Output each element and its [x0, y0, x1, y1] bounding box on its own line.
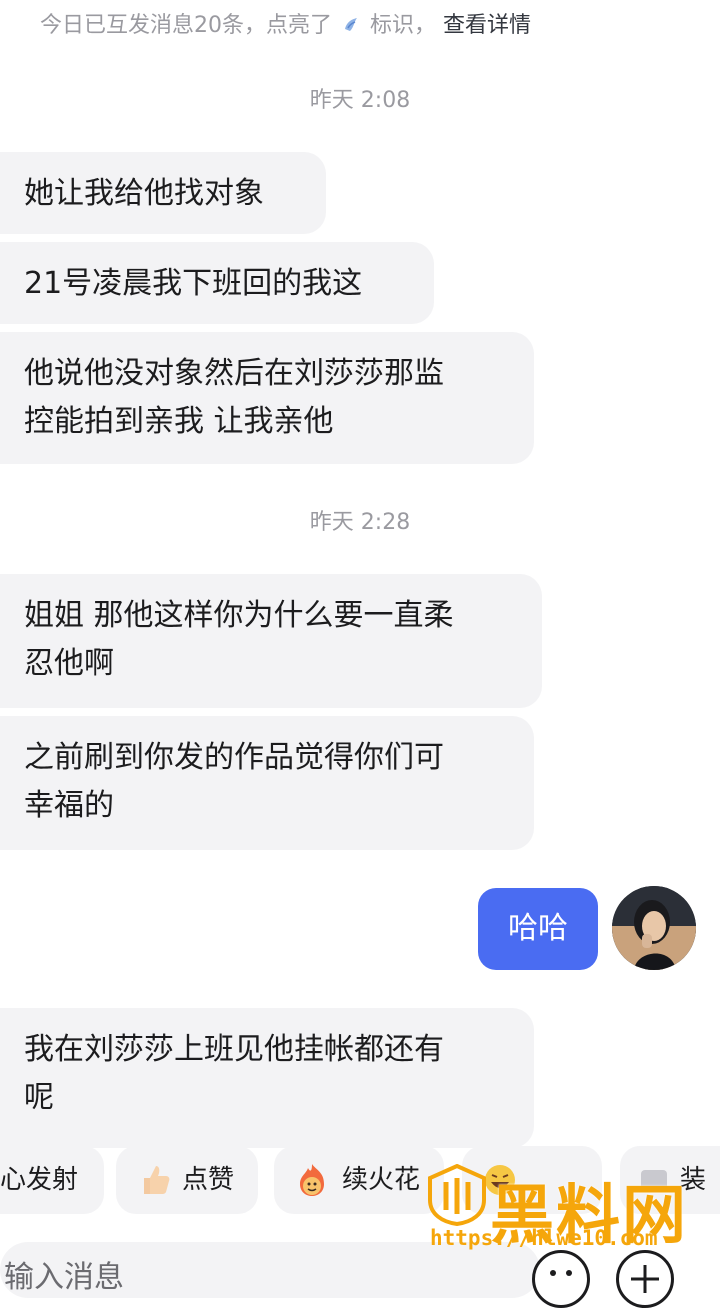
- avatar[interactable]: [612, 886, 696, 970]
- watermark-url: https://hlwe10.com: [430, 1226, 658, 1250]
- incoming-message[interactable]: 之前刷到你发的作品觉得你们可 幸福的: [0, 716, 534, 850]
- incoming-message[interactable]: 他说他没对象然后在刘莎莎那监 控能拍到亲我 让我亲他: [0, 332, 534, 464]
- message-text-line: 呢: [24, 1080, 54, 1115]
- quick-action-heart-launch[interactable]: 心发射: [0, 1146, 104, 1214]
- spark-badge-icon: [345, 18, 357, 31]
- message-text-line: 控能拍到亲我 让我亲他: [24, 404, 334, 439]
- message-text-line: 忍他啊: [24, 646, 114, 681]
- message-timestamp: 昨天 2:08: [309, 88, 411, 113]
- message-timestamp: 昨天 2:28: [309, 510, 411, 535]
- quick-action-like[interactable]: 点赞: [116, 1146, 258, 1214]
- notice-text: 今日已互发消息20条，点亮了: [40, 13, 332, 38]
- outgoing-message[interactable]: 哈哈: [478, 888, 598, 970]
- message-text-line: 之前刷到你发的作品觉得你们可: [24, 740, 444, 775]
- quick-action-keep-spark[interactable]: 续火花: [274, 1146, 444, 1214]
- message-text-line: 幸福的: [24, 788, 114, 823]
- site-watermark: 黑料网 https://hlwe10.com: [428, 1160, 720, 1280]
- incoming-message[interactable]: 她让我给他找对象: [0, 152, 326, 234]
- message-text-line: 我在刘莎莎上班见他挂帐都还有: [24, 1032, 444, 1067]
- message-text: 她让我给他找对象: [24, 176, 264, 211]
- message-text: 21号凌晨我下班回的我这: [24, 266, 363, 301]
- view-details-link[interactable]: 查看详情: [443, 13, 531, 38]
- incoming-message[interactable]: 21号凌晨我下班回的我这: [0, 242, 434, 324]
- incoming-message[interactable]: 我在刘莎莎上班见他挂帐都还有 呢: [0, 1008, 534, 1148]
- message-text-line: 姐姐 那他这样你为什么要一直柔: [24, 598, 454, 633]
- quick-action-label: 心发射: [0, 1165, 79, 1195]
- quick-action-label: 续火花: [342, 1165, 421, 1195]
- fire-face-icon: [300, 1164, 324, 1196]
- interaction-notice: 今日已互发消息20条，点亮了 标识， 查看详情: [0, 8, 720, 44]
- watermark-logo-icon: [428, 1164, 486, 1226]
- notice-text-suffix: 标识，: [370, 13, 437, 38]
- thumbs-up-icon: [144, 1166, 170, 1194]
- incoming-message[interactable]: 姐姐 那他这样你为什么要一直柔 忍他啊: [0, 574, 542, 708]
- user-photo-icon: [612, 886, 696, 970]
- message-text-line: 他说他没对象然后在刘莎莎那监: [24, 356, 444, 391]
- message-text: 哈哈: [508, 911, 568, 946]
- quick-action-label: 点赞: [182, 1165, 235, 1195]
